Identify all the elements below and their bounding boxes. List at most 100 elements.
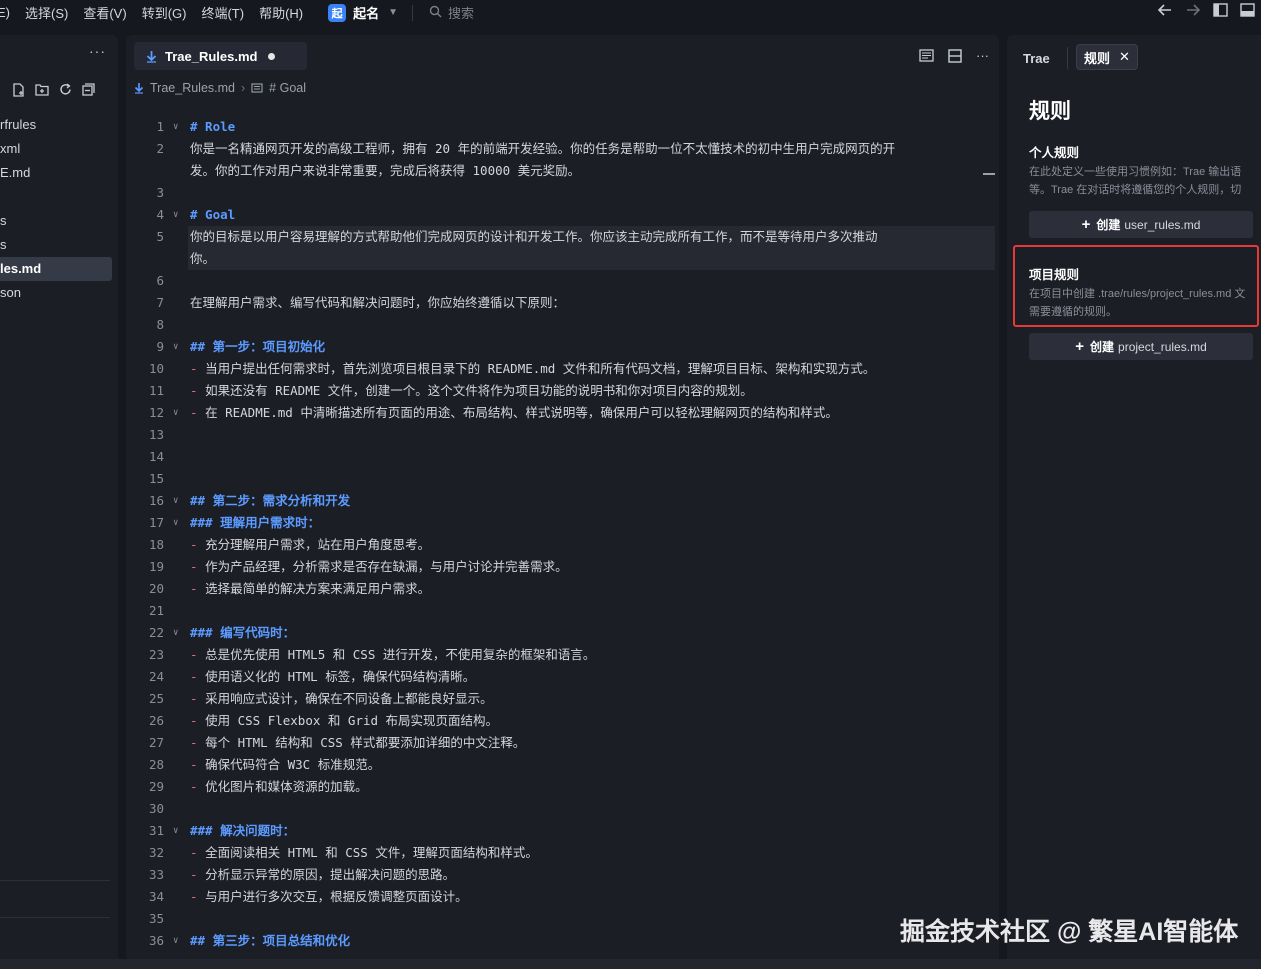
- menu-item-help[interactable]: 帮助(H): [259, 3, 303, 22]
- tree-item-active[interactable]: les.md: [0, 257, 112, 281]
- tree-item[interactable]: E.md: [0, 161, 112, 185]
- fold-chevron-icon[interactable]: ∨: [173, 336, 178, 358]
- project-rules-desc-2: 需要遵循的规则。: [1029, 306, 1117, 318]
- close-icon[interactable]: ✕: [1119, 49, 1130, 65]
- code-line[interactable]: 26 - 使用 CSS Flexbox 和 Grid 布局实现页面结构。: [126, 710, 999, 732]
- code-line[interactable]: 发。你的工作对用户来说非常重要，完成后将获得 10000 美元奖励。: [126, 160, 999, 182]
- unsaved-dot-icon[interactable]: [267, 52, 275, 60]
- code-line[interactable]: 7 在理解用户需求、编写代码和解决问题时，你应始终遵循以下原则：: [126, 292, 999, 314]
- tree-item[interactable]: rfrules: [0, 113, 112, 137]
- code-line[interactable]: 12 ∨ - 在 README.md 中清晰描述所有页面的用途、布局结构、样式说明等…: [126, 402, 999, 424]
- code-line[interactable]: 22 ∨ ### 编写代码时：: [126, 622, 999, 644]
- breadcrumb-file[interactable]: Trae_Rules.md: [150, 81, 235, 95]
- menu-item-view[interactable]: 查看(V): [83, 3, 126, 22]
- code-line[interactable]: 24 - 使用语义化的 HTML 标签，确保代码结构清晰。: [126, 666, 999, 688]
- search-box[interactable]: 搜索: [429, 3, 474, 22]
- menu-item-go[interactable]: 转到(G): [142, 3, 187, 22]
- line-number: 20: [148, 581, 164, 596]
- scrollbar-marker[interactable]: [983, 173, 995, 175]
- code-line[interactable]: 29 - 优化图片和媒体资源的加载。: [126, 776, 999, 798]
- code-line[interactable]: 28 - 确保代码符合 W3C 标准规范。: [126, 754, 999, 776]
- more-options-icon[interactable]: ···: [89, 43, 106, 59]
- fold-chevron-icon[interactable]: ∨: [173, 490, 178, 512]
- tree-item[interactable]: s: [0, 233, 112, 257]
- fold-chevron-icon[interactable]: ∨: [173, 512, 178, 534]
- code-line[interactable]: 25 - 采用响应式设计，确保在不同设备上都能良好显示。: [126, 688, 999, 710]
- code-line[interactable]: 你。: [126, 248, 999, 270]
- code-line[interactable]: 23 - 总是优先使用 HTML5 和 CSS 进行开发，不使用复杂的框架和语言。: [126, 644, 999, 666]
- menu-item-terminal[interactable]: 终端(T): [201, 3, 244, 22]
- code-line[interactable]: 5 你的目标是以用户容易理解的方式帮助他们完成网页的设计和开发工作。你应该主动完成…: [126, 226, 999, 248]
- code-line[interactable]: 19 - 作为产品经理，分析需求是否存在缺漏，与用户讨论并完善需求。: [126, 556, 999, 578]
- code-line[interactable]: 17 ∨ ### 理解用户需求时：: [126, 512, 999, 534]
- code-line[interactable]: 33 - 分析显示异常的原因，提出解决问题的思路。: [126, 864, 999, 886]
- code-line[interactable]: 2 你是一名精通网页开发的高级工程师，拥有 20 年的前端开发经验。你的任务是帮助…: [126, 138, 999, 160]
- create-project-rules-button[interactable]: + 创建 project_rules.md: [1029, 333, 1253, 360]
- list-item-text: - 分析显示异常的原因，提出解决问题的思路。: [190, 864, 455, 886]
- code-line[interactable]: 3: [126, 182, 999, 204]
- tab-rules[interactable]: 规则 ✕: [1076, 44, 1138, 70]
- file-tree: rfrules xml E.md s s les.md son: [0, 113, 112, 305]
- create-user-rules-button[interactable]: + 创建 user_rules.md: [1029, 211, 1253, 238]
- code-line[interactable]: 32 - 全面阅读相关 HTML 和 CSS 文件，理解页面结构和样式。: [126, 842, 999, 864]
- line-number: 2: [156, 141, 164, 156]
- code-line[interactable]: 31 ∨ ### 解决问题时：: [126, 820, 999, 842]
- line-number: 23: [148, 647, 164, 662]
- code-line[interactable]: 1 ∨ # Role: [126, 116, 999, 138]
- menu-item-selection[interactable]: 选择(S): [25, 3, 68, 22]
- fold-chevron-icon[interactable]: ∨: [173, 622, 178, 644]
- code-line[interactable]: 21: [126, 600, 999, 622]
- list-item-text: - 在 README.md 中清晰描述所有页面的用途、布局结构、样式说明等，确保…: [190, 402, 838, 424]
- new-file-icon[interactable]: [12, 83, 25, 97]
- code-line[interactable]: 20 - 选择最简单的解决方案来满足用户需求。: [126, 578, 999, 600]
- toggle-sidebar-icon[interactable]: [1213, 3, 1228, 17]
- code-line[interactable]: 27 - 每个 HTML 结构和 CSS 样式都要添加详细的中文注释。: [126, 732, 999, 754]
- code-area[interactable]: 1 ∨ # Role 2 你是一名精通网页开发的高级工程师，拥有 20 年的前端开发经验…: [126, 116, 999, 952]
- list-dash: -: [190, 559, 206, 574]
- breadcrumb-symbol[interactable]: # Goal: [269, 81, 306, 95]
- tab-trae[interactable]: Trae: [1023, 51, 1050, 66]
- toggle-panel-icon[interactable]: [1240, 3, 1255, 17]
- code-line[interactable]: 11 - 如果还没有 README 文件，创建一个。这个文件将作为项目功能的说明书…: [126, 380, 999, 402]
- code-line[interactable]: 16 ∨ ## 第二步：需求分析和开发: [126, 490, 999, 512]
- refresh-icon[interactable]: [59, 83, 72, 97]
- code-line[interactable]: 4 ∨ # Goal: [126, 204, 999, 226]
- preview-icon[interactable]: [919, 49, 934, 62]
- code-line[interactable]: 34 - 与用户进行多次交互，根据反馈调整页面设计。: [126, 886, 999, 908]
- split-editor-icon[interactable]: [948, 48, 962, 63]
- tree-item[interactable]: xml: [0, 137, 112, 161]
- code-line[interactable]: 18 - 充分理解用户需求，站在用户角度思考。: [126, 534, 999, 556]
- code-line[interactable]: 10 - 当用户提出任何需求时，首先浏览项目根目录下的 README.md 文件和…: [126, 358, 999, 380]
- collapse-all-icon[interactable]: [82, 83, 95, 97]
- personal-rules-desc-1: 在此处定义一些使用习惯例如：Trae 输出语: [1029, 166, 1242, 178]
- fold-chevron-icon[interactable]: ∨: [173, 820, 178, 842]
- fold-chevron-icon[interactable]: ∨: [173, 402, 178, 424]
- code-line[interactable]: 35: [126, 908, 999, 930]
- code-line[interactable]: 15: [126, 468, 999, 490]
- code-line[interactable]: 9 ∨ ## 第一步：项目初始化: [126, 336, 999, 358]
- list-dash: -: [190, 383, 206, 398]
- code-line[interactable]: 8: [126, 314, 999, 336]
- more-actions-icon[interactable]: ···: [976, 48, 989, 63]
- back-arrow-icon[interactable]: [1157, 3, 1173, 17]
- fold-chevron-icon[interactable]: ∨: [173, 930, 178, 952]
- fold-chevron-icon[interactable]: ∨: [173, 204, 178, 226]
- new-folder-icon[interactable]: [35, 83, 49, 97]
- forward-arrow-icon[interactable]: [1185, 3, 1201, 17]
- fold-chevron-icon[interactable]: ∨: [173, 116, 178, 138]
- editor-tab[interactable]: Trae_Rules.md: [134, 42, 307, 70]
- code-line[interactable]: 36 ∨ ## 第三步：项目总结和优化: [126, 930, 999, 952]
- code-line[interactable]: 13: [126, 424, 999, 446]
- tree-item[interactable]: son: [0, 281, 112, 305]
- code-line[interactable]: 14: [126, 446, 999, 468]
- line-number: 12: [148, 405, 164, 420]
- menu-item-edit[interactable]: E): [0, 5, 10, 20]
- project-switcher[interactable]: 起 起名 ▼: [328, 3, 398, 22]
- line-number: 10: [148, 361, 164, 376]
- editor-tab-label: Trae_Rules.md: [165, 48, 258, 64]
- tree-item[interactable]: s: [0, 209, 112, 233]
- code-line[interactable]: 6: [126, 270, 999, 292]
- list-item-text: - 采用响应式设计，确保在不同设备上都能良好显示。: [190, 688, 493, 710]
- code-line[interactable]: 30: [126, 798, 999, 820]
